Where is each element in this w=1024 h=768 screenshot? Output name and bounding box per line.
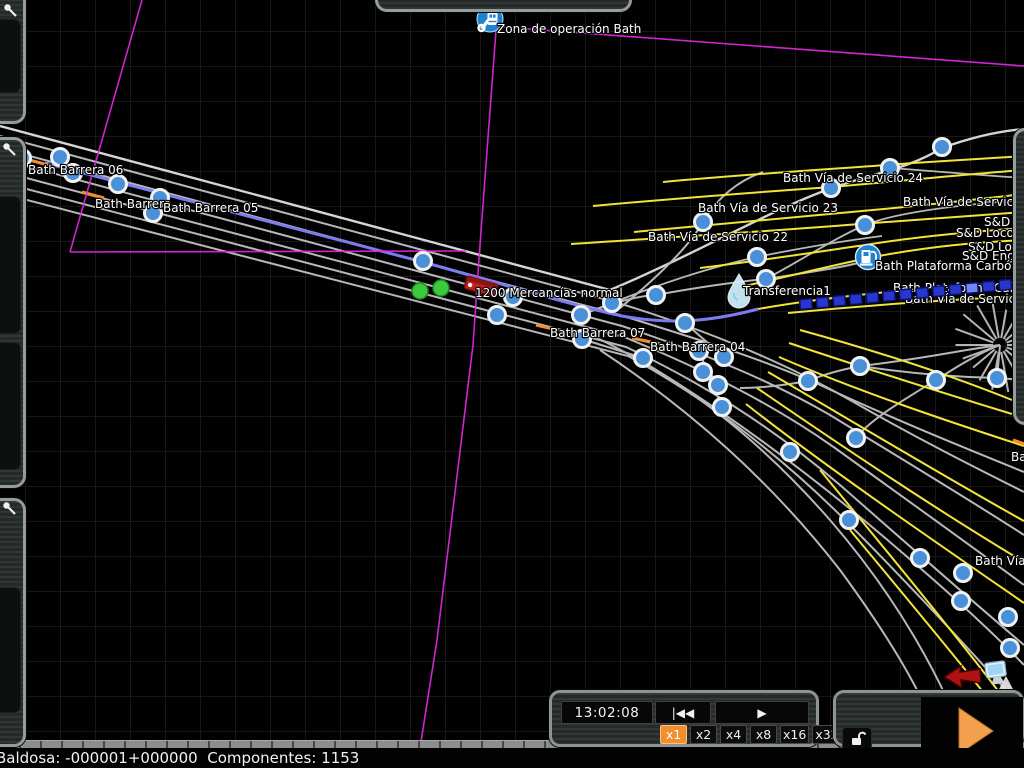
track-node[interactable] [573, 307, 590, 324]
track-node[interactable] [782, 444, 799, 461]
pin-icon[interactable] [1, 500, 19, 518]
left-panel-middle[interactable] [0, 137, 26, 488]
track-node[interactable] [489, 307, 506, 324]
wagon [899, 289, 912, 300]
wagon [866, 292, 879, 303]
map-label: Bath Barrera 07 [550, 326, 645, 340]
left-panel-middle-inset2 [0, 342, 21, 470]
wagon [982, 281, 995, 292]
pin-icon[interactable] [1, 141, 19, 159]
track-node[interactable] [415, 253, 432, 270]
speed-button-x4[interactable]: x4 [720, 725, 747, 744]
wagon [949, 284, 962, 295]
track-node[interactable] [695, 364, 712, 381]
pin-icon[interactable] [2, 2, 20, 20]
status-text: Baldosa: -000001+000000 Componentes: 115… [0, 749, 359, 767]
map-label: Bath Vía d [975, 554, 1024, 568]
track-node[interactable] [1002, 640, 1019, 657]
track-node[interactable] [635, 350, 652, 367]
wagon [999, 279, 1012, 290]
track-node[interactable] [648, 287, 665, 304]
play-control-panel [833, 690, 1024, 747]
track-node[interactable] [857, 217, 874, 234]
rewind-button[interactable]: |◀◀ [655, 701, 711, 724]
time-control-panel: 13:02:08 |◀◀ ▶ x1x2x4x8x16x32 [549, 690, 819, 747]
wagon [883, 290, 896, 301]
track-node[interactable] [852, 358, 869, 375]
track-node[interactable] [912, 550, 929, 567]
track-node[interactable] [841, 512, 858, 529]
map-label: Bath Vía de Servicio 24 [783, 171, 923, 185]
clock-display: 13:02:08 [561, 701, 653, 724]
track-node[interactable] [955, 565, 972, 582]
speed-button-row: x1x2x4x8x16x32 [660, 725, 842, 744]
track-node[interactable] [953, 593, 970, 610]
left-panel-bottom[interactable] [0, 498, 26, 747]
wagon [816, 297, 829, 308]
map-label: Bath Vía de Servicio 23 [698, 201, 838, 215]
map-label: Bath Barrera 04 [650, 340, 745, 354]
map-label: Zona de operación Bath [497, 22, 641, 36]
track-node[interactable] [677, 315, 694, 332]
track-map: Zona de operación Bath Bath Barrera 06 Bat… [0, 0, 1024, 768]
map-label: Transferencia1 [742, 284, 831, 298]
track-node[interactable] [695, 214, 712, 231]
map-label: 1200 Mercancías normal [475, 286, 623, 300]
track-node[interactable] [749, 249, 766, 266]
track-node[interactable] [934, 139, 951, 156]
map-label: Bath Plataforma Carbón [875, 259, 1019, 273]
track-node[interactable] [710, 377, 727, 394]
speed-button-x2[interactable]: x2 [690, 725, 717, 744]
track-node[interactable] [1000, 609, 1017, 626]
map-label: Bath Barrera [95, 197, 171, 211]
wagon [800, 298, 813, 309]
track-node[interactable] [714, 399, 731, 416]
speed-button-x8[interactable]: x8 [750, 725, 777, 744]
wagon [833, 295, 846, 306]
track-node[interactable] [989, 370, 1006, 387]
left-panel-top-inset [0, 19, 21, 93]
map-label: Bath Barrera 05 [163, 201, 258, 215]
step-play-button[interactable]: ▶ [715, 701, 809, 724]
map-label: Bath Barrera 06 [28, 163, 123, 177]
track-node[interactable] [110, 176, 127, 193]
signal-green[interactable] [433, 280, 449, 296]
right-panel[interactable] [1013, 128, 1024, 425]
left-panel-bottom-inset [0, 587, 21, 713]
lock-button[interactable] [842, 727, 872, 750]
map-label: Bath Vía de Servicio 22 [648, 230, 788, 244]
wagon [966, 282, 979, 293]
speed-button-x16[interactable]: x16 [780, 725, 809, 744]
wagon [932, 286, 945, 297]
status-bar: Baldosa: -000001+000000 Componentes: 115… [0, 748, 1024, 768]
wagon [916, 287, 929, 298]
track-node[interactable] [800, 373, 817, 390]
speed-button-x1[interactable]: x1 [660, 725, 687, 744]
signal-green[interactable] [412, 283, 428, 299]
red-train-arrow-icon[interactable] [944, 666, 981, 688]
track-node[interactable] [848, 430, 865, 447]
unlock-icon [848, 730, 866, 747]
map-label: Ba [1011, 450, 1024, 464]
map-label: Bath Vía de Servicio 21 [903, 195, 1024, 209]
track-node[interactable] [928, 372, 945, 389]
top-panel[interactable] [375, 0, 632, 12]
left-panel-middle-inset [0, 196, 21, 334]
map-viewport[interactable]: Zona de operación Bath Bath Barrera 06 Bat… [0, 0, 1024, 768]
wagon [849, 294, 862, 305]
